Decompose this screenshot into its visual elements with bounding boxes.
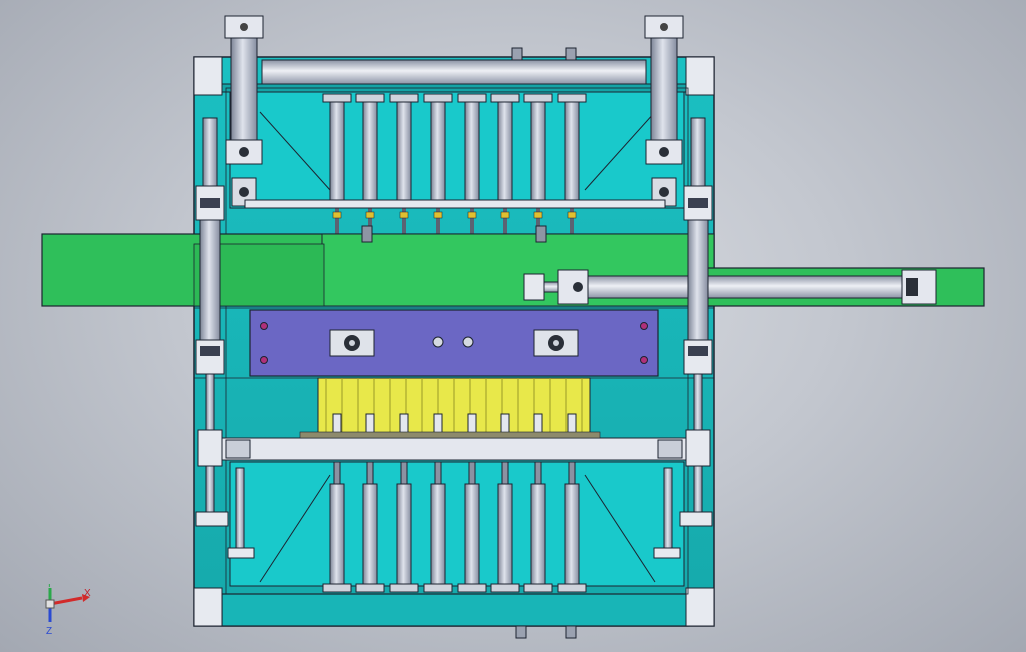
y-axis-label: Y [46,584,53,590]
top-cross-rod [261,47,647,85]
bottom-stud [565,625,577,639]
top-rod-crossbar [244,199,666,209]
machine-assembly-view[interactable] [0,0,1026,652]
x-axis-label: X [84,588,91,599]
z-axis-label: Z [46,626,52,637]
triad-origin [45,599,55,609]
x-axis-arrow [49,596,83,606]
axis-triad[interactable]: X Y Z [38,584,98,640]
purple-mounting-plate [249,309,659,377]
bottom-stud [515,625,527,639]
cad-viewport[interactable]: X Y Z [0,0,1026,652]
yellow-comb-block [317,377,591,439]
